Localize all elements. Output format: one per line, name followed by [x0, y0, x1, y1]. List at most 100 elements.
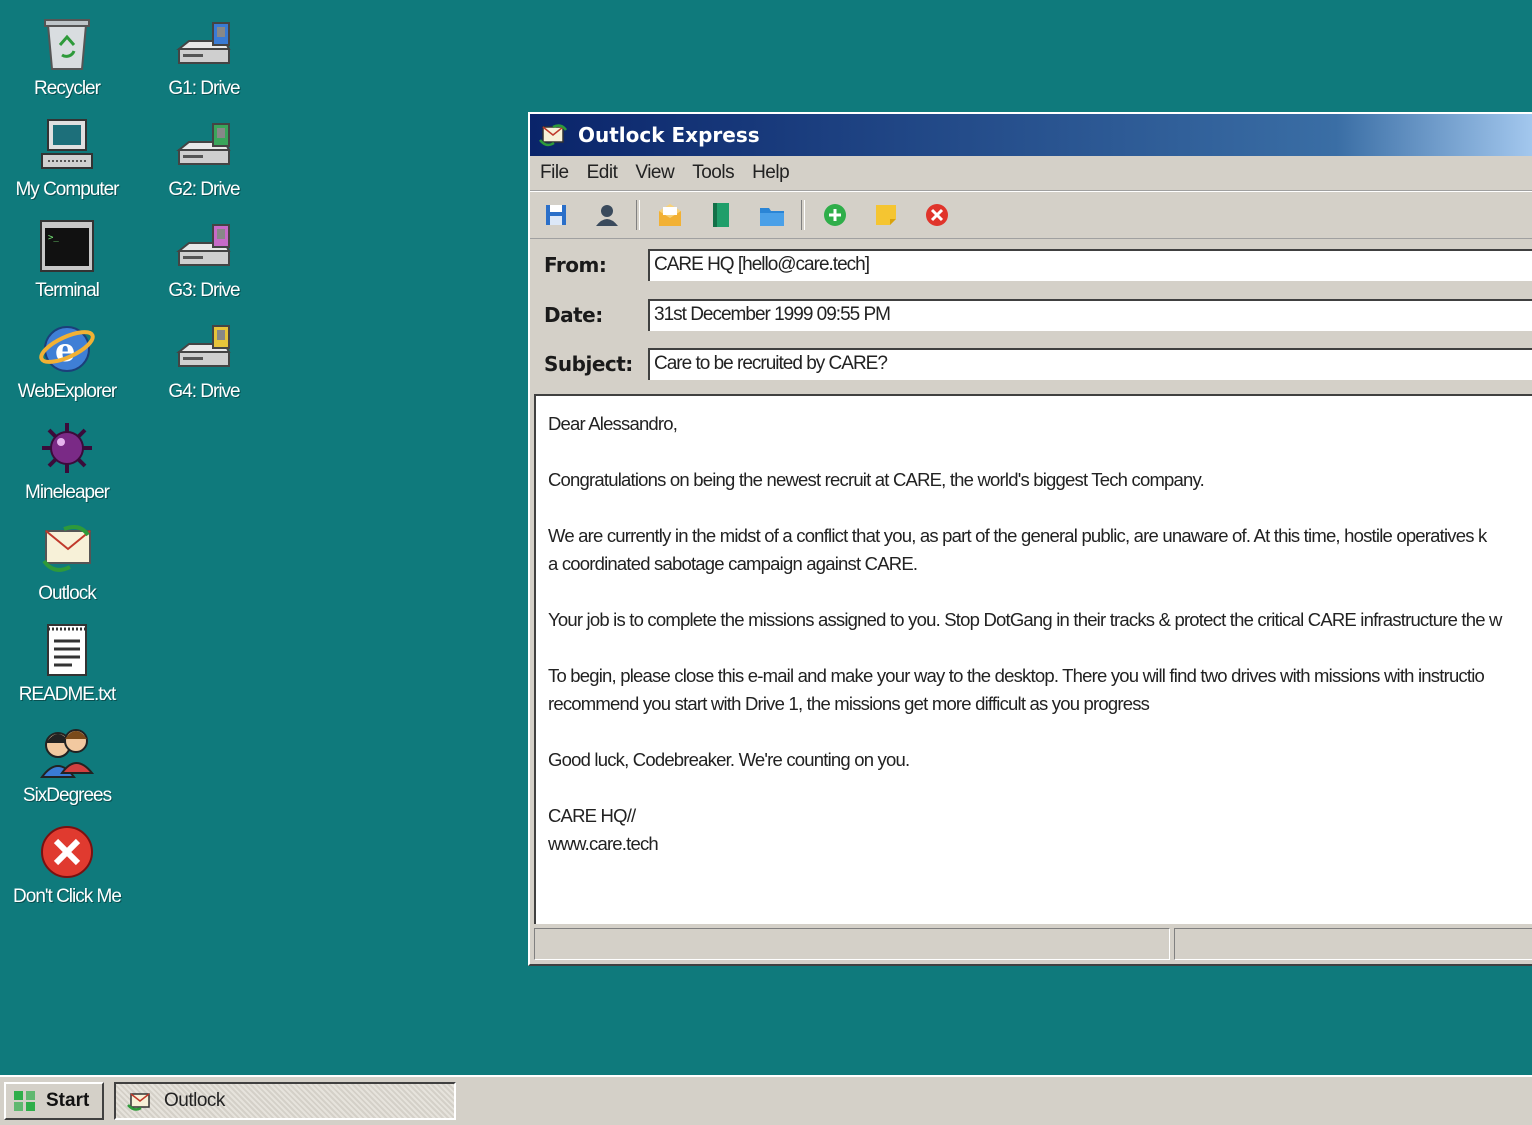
desktop-icon-label: README.txt [18, 684, 117, 705]
desktop-icon-label: Don't Click Me [13, 886, 122, 907]
drive-icon [174, 216, 234, 276]
taskbar-item-label: Outlock [164, 1090, 225, 1111]
desktop-icon-label: Mineleaper [25, 482, 110, 503]
signature-line-2: www.care.tech [548, 833, 659, 854]
contact-button[interactable] [591, 199, 623, 231]
toolbar-separator [801, 200, 805, 230]
desktop-icon-dont-click-me[interactable]: Don't Click Me [2, 822, 132, 908]
desktop-icon-label: G2: Drive [168, 179, 240, 200]
open-mail-icon [659, 204, 681, 226]
title-bar[interactable]: Outlock Express [530, 114, 1532, 156]
from-field[interactable]: CARE HQ [hello@care.tech] [648, 249, 1532, 281]
desktop-icon-terminal[interactable]: >_ Terminal [2, 216, 132, 302]
text-file-icon [37, 620, 97, 680]
outlock-express-window: Outlock Express File Edit View Tools Hel… [528, 112, 1532, 966]
terminal-icon: >_ [37, 216, 97, 276]
address-book-button[interactable] [705, 199, 737, 231]
desktop-icon-g2-drive[interactable]: G2: Drive [139, 115, 269, 201]
status-bar [534, 928, 1532, 964]
menu-tools[interactable]: Tools [692, 162, 734, 184]
date-row: Date: 31st December 1999 09:55 PM [530, 295, 1532, 335]
save-button[interactable] [540, 199, 572, 231]
paragraph-2-line-1: We are currently in the midst of a confl… [548, 525, 1487, 546]
desktop-icon-label: WebExplorer [17, 381, 117, 402]
paragraph-4-line-2: recommend you start with Drive 1, the mi… [548, 693, 1150, 714]
drive-icon [174, 14, 234, 74]
paragraph-1: Congratulations on being the newest recr… [548, 469, 1205, 490]
menu-view[interactable]: View [635, 162, 674, 184]
menu-help[interactable]: Help [752, 162, 790, 184]
add-icon [824, 204, 846, 226]
mail-icon [539, 124, 568, 147]
toolbar [530, 191, 1532, 239]
desktop-icon-label: Recycler [34, 78, 101, 99]
desktop-icon-label: Outlock [38, 583, 96, 604]
recycle-bin-icon [37, 14, 97, 74]
subject-label: Subject: [544, 352, 633, 376]
desktop-icon-label: My Computer [15, 179, 119, 200]
paragraph-2: We are currently in the midst of a confl… [548, 522, 1532, 578]
desktop-icon-g4-drive[interactable]: G4: Drive [139, 317, 269, 403]
desktop-icon-mineleaper[interactable]: Mineleaper [2, 418, 132, 504]
open-mail-button[interactable] [654, 199, 686, 231]
toolbar-separator [636, 200, 640, 230]
status-pane-left [534, 928, 1170, 960]
svg-text:>_: >_ [48, 233, 59, 243]
desktop-icon-label: SixDegrees [22, 785, 112, 806]
start-logo-icon [14, 1091, 35, 1111]
menu-edit[interactable]: Edit [587, 162, 618, 184]
taskbar: Start Outlock [0, 1075, 1532, 1125]
add-button[interactable] [819, 199, 851, 231]
drive-icon [174, 115, 234, 175]
date-field[interactable]: 31st December 1999 09:55 PM [648, 299, 1532, 331]
signature-line-1: CARE HQ// [548, 805, 636, 826]
date-label: Date: [544, 303, 603, 327]
desktop-icon-readme[interactable]: README.txt [2, 620, 132, 706]
drive-icon [174, 317, 234, 377]
contact-icon [596, 205, 618, 226]
desktop-icon-g1-drive[interactable]: G1: Drive [139, 14, 269, 100]
desktop-icon-label: Terminal [35, 280, 100, 301]
paragraph-5: Good luck, Codebreaker. We're counting o… [548, 749, 910, 770]
desktop-icon-g3-drive[interactable]: G3: Drive [139, 216, 269, 302]
taskbar-item-outlock[interactable]: Outlock [114, 1082, 456, 1120]
mail-icon [37, 519, 97, 579]
paragraph-4: To begin, please close this e-mail and m… [548, 662, 1532, 718]
desktop-icon-label: G3: Drive [168, 280, 240, 301]
desktop-icon-label: G4: Drive [168, 381, 240, 402]
delete-icon [926, 204, 948, 226]
desktop-icon-outlock[interactable]: Outlock [2, 519, 132, 605]
book-icon [713, 203, 729, 227]
menu-bar: File Edit View Tools Help [530, 156, 1532, 191]
desktop-icon-label: G1: Drive [168, 78, 240, 99]
folder-button[interactable] [756, 199, 788, 231]
desktop-icon-sixdegrees[interactable]: SixDegrees [2, 721, 132, 807]
start-label: Start [46, 1090, 90, 1111]
mine-icon [37, 418, 97, 478]
computer-icon [37, 115, 97, 175]
start-button[interactable]: Start [4, 1082, 104, 1120]
menu-file[interactable]: File [540, 162, 569, 184]
people-icon [37, 721, 97, 781]
window-title: Outlock Express [578, 123, 760, 147]
desktop: Recycler My Computer >_ Terminal e WebEx… [0, 0, 1532, 1125]
web-explorer-icon: e [37, 317, 97, 377]
save-icon [546, 205, 566, 225]
note-button[interactable] [870, 199, 902, 231]
error-icon [37, 822, 97, 882]
mail-icon [127, 1093, 150, 1111]
note-icon [876, 205, 896, 225]
message-body[interactable]: Dear Alessandro, Congratulations on bein… [534, 394, 1532, 924]
from-label: From: [544, 253, 607, 277]
desktop-icon-webexplorer[interactable]: e WebExplorer [2, 317, 132, 403]
greeting: Dear Alessandro, [548, 413, 678, 434]
status-pane-right [1174, 928, 1532, 960]
paragraph-4-line-1: To begin, please close this e-mail and m… [548, 665, 1485, 686]
folder-icon [760, 208, 784, 226]
desktop-icon-my-computer[interactable]: My Computer [2, 115, 132, 201]
paragraph-2-line-2: a coordinated sabotage campaign against … [548, 553, 918, 574]
subject-field[interactable]: Care to be recruited by CARE? [648, 348, 1532, 380]
desktop-icon-recycler[interactable]: Recycler [2, 14, 132, 100]
from-row: From: CARE HQ [hello@care.tech] [530, 245, 1532, 285]
delete-button[interactable] [921, 199, 953, 231]
